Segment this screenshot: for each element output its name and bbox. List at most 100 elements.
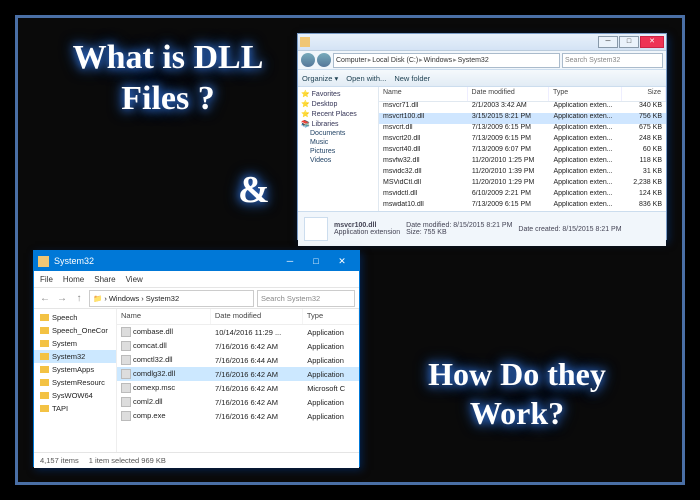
folder-icon xyxy=(40,353,49,360)
column-headers[interactable]: Name Date modified Type xyxy=(117,309,359,325)
sidebar-item[interactable]: SystemApps xyxy=(34,363,116,376)
table-row[interactable]: msvcrt40.dll7/13/2009 6:07 PMApplication… xyxy=(379,146,666,157)
file-icon xyxy=(121,397,131,407)
folder-icon xyxy=(40,340,49,347)
win10-explorer-window: System32 ─ □ ✕ File Home Share View ← → ↑ 📁… xyxy=(33,250,360,467)
breadcrumb-segment[interactable]: System32 xyxy=(458,57,489,64)
win10-sidebar: SpeechSpeech_OneCorSystemSystem32SystemA… xyxy=(34,309,117,452)
organize-button[interactable]: Organize ▾ xyxy=(302,74,338,83)
folder-icon xyxy=(40,327,49,334)
breadcrumb-segment[interactable]: Windows xyxy=(424,57,452,64)
table-row[interactable]: comctl32.dll7/16/2016 6:44 AMApplication xyxy=(117,353,359,367)
breadcrumb-segment[interactable]: Computer xyxy=(336,57,367,64)
minimize-button[interactable]: ─ xyxy=(277,252,303,270)
col-type[interactable]: Type xyxy=(303,309,359,324)
ribbon-tab[interactable]: Share xyxy=(94,275,115,284)
column-headers[interactable]: Name Date modified Type Size xyxy=(379,87,666,102)
table-row[interactable]: comcat.dll7/16/2016 6:42 AMApplication xyxy=(117,339,359,353)
breadcrumb[interactable]: 📁 › Windows › System32 xyxy=(89,290,254,307)
nav-forward-icon[interactable]: → xyxy=(55,293,69,304)
ribbon-tab[interactable]: Home xyxy=(63,275,84,284)
ribbon-tab[interactable]: File xyxy=(40,275,53,284)
sidebar-item[interactable]: Pictures xyxy=(298,147,378,156)
folder-icon: 📁 xyxy=(93,294,102,303)
search-input[interactable]: Search System32 xyxy=(562,53,663,68)
ribbon-tab[interactable]: View xyxy=(126,275,143,284)
sidebar-item[interactable]: System xyxy=(34,337,116,350)
nav-forward-icon[interactable] xyxy=(317,53,331,67)
col-name[interactable]: Name xyxy=(117,309,211,324)
table-row[interactable]: combase.dll10/14/2016 11:29 ...Applicati… xyxy=(117,325,359,339)
win10-titlebar[interactable]: System32 ─ □ ✕ xyxy=(34,251,359,271)
sidebar-item[interactable]: SysWOW64 xyxy=(34,389,116,402)
table-row[interactable]: comp.exe7/16/2016 6:42 AMApplication xyxy=(117,409,359,423)
col-type[interactable]: Type xyxy=(549,87,622,101)
file-icon xyxy=(121,411,131,421)
table-row[interactable]: mswdat10.dll7/13/2009 6:15 PMApplication… xyxy=(379,201,666,211)
sidebar-item[interactable]: TAPI xyxy=(34,402,116,415)
sidebar-item[interactable]: SystemResourc xyxy=(34,376,116,389)
col-size[interactable]: Size xyxy=(622,87,666,101)
breadcrumb-segment[interactable]: System32 xyxy=(146,294,179,303)
table-row[interactable]: MSVidCtl.dll11/20/2010 1:29 PMApplicatio… xyxy=(379,179,666,190)
sidebar-group[interactable]: ⭐ Desktop xyxy=(298,99,378,109)
nav-up-icon[interactable]: ↑ xyxy=(72,293,86,304)
sidebar-item[interactable]: Documents xyxy=(298,129,378,138)
table-row[interactable]: msvidc32.dll11/20/2010 1:39 PMApplicatio… xyxy=(379,168,666,179)
win7-address-bar: Computer▸Local Disk (C:)▸Windows▸System3… xyxy=(298,51,666,70)
sidebar-item[interactable]: Speech_OneCor xyxy=(34,324,116,337)
close-button[interactable]: ✕ xyxy=(329,252,355,270)
col-date[interactable]: Date modified xyxy=(468,87,549,101)
sidebar-item[interactable]: System32 xyxy=(34,350,116,363)
minimize-button[interactable]: ─ xyxy=(598,36,618,48)
window-title: System32 xyxy=(54,256,277,266)
breadcrumb[interactable]: Computer▸Local Disk (C:)▸Windows▸System3… xyxy=(333,53,560,68)
folder-icon xyxy=(40,392,49,399)
close-button[interactable]: ✕ xyxy=(640,36,664,48)
win7-sidebar: ⭐ Favorites⭐ Desktop⭐ Recent Places📚 Lib… xyxy=(298,87,379,211)
file-icon xyxy=(121,383,131,393)
folder-icon xyxy=(40,405,49,412)
win7-file-list: Name Date modified Type Size msvcr71.dll… xyxy=(379,87,666,211)
nav-back-icon[interactable]: ← xyxy=(38,293,52,304)
win10-ribbon-tabs: File Home Share View xyxy=(34,271,359,288)
file-icon xyxy=(121,369,131,379)
table-row[interactable]: msvidctl.dll6/10/2009 2:21 PMApplication… xyxy=(379,190,666,201)
table-row[interactable]: msvcrt100.dll3/15/2015 8:21 PMApplicatio… xyxy=(379,113,666,124)
win10-file-list: Name Date modified Type combase.dll10/14… xyxy=(117,309,359,452)
details-size-label: Size: xyxy=(406,229,422,236)
maximize-button[interactable]: □ xyxy=(619,36,639,48)
chevron-right-icon: › xyxy=(104,294,107,303)
table-row[interactable]: msvcrt20.dll7/13/2009 6:15 PMApplication… xyxy=(379,135,666,146)
breadcrumb-segment[interactable]: Windows xyxy=(109,294,139,303)
details-size-value: 755 KB xyxy=(424,229,447,236)
sidebar-group-libraries[interactable]: 📚 Libraries xyxy=(298,119,378,129)
sidebar-item[interactable]: Music xyxy=(298,138,378,147)
headline-ampersand: & xyxy=(238,168,270,214)
folder-icon xyxy=(40,379,49,386)
new-folder-button[interactable]: New folder xyxy=(394,74,430,83)
maximize-button[interactable]: □ xyxy=(303,252,329,270)
table-row[interactable]: comexp.msc7/16/2016 6:42 AMMicrosoft C xyxy=(117,381,359,395)
breadcrumb-segment[interactable]: Local Disk (C:) xyxy=(372,57,418,64)
win7-details-pane: msvcr100.dll Application extension Date … xyxy=(298,211,666,246)
col-date[interactable]: Date modified xyxy=(211,309,303,324)
open-with-button[interactable]: Open with... xyxy=(346,74,386,83)
win7-titlebar[interactable]: ─ □ ✕ xyxy=(298,34,666,51)
file-thumb-icon xyxy=(304,217,328,241)
details-filetype: Application extension xyxy=(334,229,400,236)
sidebar-item[interactable]: Speech xyxy=(34,311,116,324)
search-input[interactable]: Search System32 xyxy=(257,290,355,307)
table-row[interactable]: msvfw32.dll11/20/2010 1:25 PMApplication… xyxy=(379,157,666,168)
nav-back-icon[interactable] xyxy=(301,53,315,67)
table-row[interactable]: msvcrt.dll7/13/2009 6:15 PMApplication e… xyxy=(379,124,666,135)
table-row[interactable]: comdlg32.dll7/16/2016 6:42 AMApplication xyxy=(117,367,359,381)
col-name[interactable]: Name xyxy=(379,87,468,101)
status-selection: 1 item selected 969 KB xyxy=(89,456,166,465)
sidebar-group[interactable]: ⭐ Recent Places xyxy=(298,109,378,119)
details-created-label: Date created: xyxy=(518,226,560,233)
sidebar-group[interactable]: ⭐ Favorites xyxy=(298,89,378,99)
table-row[interactable]: coml2.dll7/16/2016 6:42 AMApplication xyxy=(117,395,359,409)
sidebar-item[interactable]: Videos xyxy=(298,156,378,165)
table-row[interactable]: msvcr71.dll2/1/2003 3:42 AMApplication e… xyxy=(379,102,666,113)
